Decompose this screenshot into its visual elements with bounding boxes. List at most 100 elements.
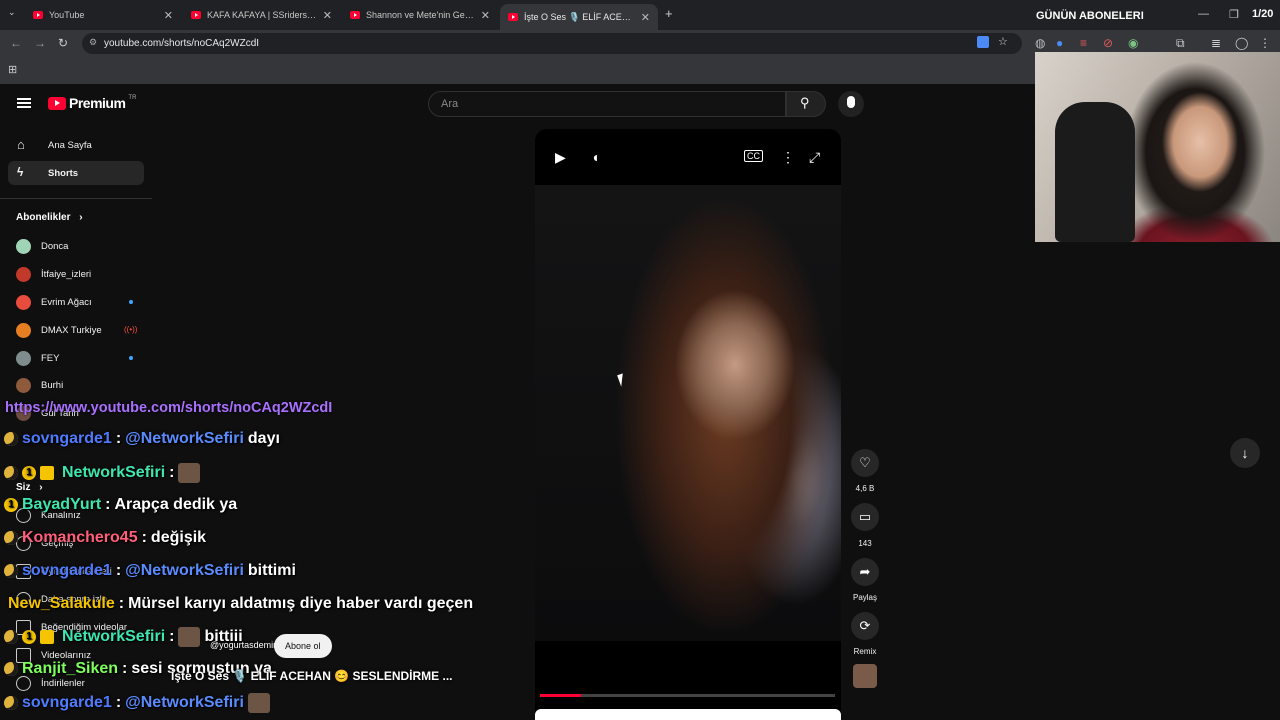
voice-search-button[interactable]	[838, 91, 864, 117]
subscriptions-title: Abonelikler	[16, 212, 71, 223]
new-tab-icon[interactable]: +	[665, 6, 673, 21]
next-short-button[interactable]: ↓	[1230, 438, 1260, 468]
screen: ⌄ YouTube ✕ KAFA KAFAYA | SSriders | Mot…	[0, 0, 1280, 720]
sidebar-item-subscription[interactable]: Evrim Ağacı	[16, 292, 92, 312]
kebab-menu-icon[interactable]: ⋮	[1259, 36, 1271, 50]
search-button[interactable]: ⚲	[786, 91, 826, 117]
url-text: youtube.com/shorts/noCAq2WZcdI	[104, 38, 260, 49]
apps-grid-icon[interactable]: ⊞	[8, 63, 17, 76]
sidebar-item-subscription[interactable]: Donca	[16, 236, 68, 256]
close-tab-icon[interactable]: ✕	[323, 9, 332, 22]
thumbs-up-icon	[16, 619, 31, 635]
sidebar-item-playlists[interactable]: Oynatma listeleri	[16, 561, 112, 581]
sidebar-item-watch-later[interactable]: Daha sonra izle	[16, 589, 107, 609]
shorts-player[interactable]: ▶ ◖ CC ⋮ ⤢	[535, 129, 841, 720]
playlist-icon	[16, 563, 31, 579]
channel-name: Burhi	[41, 379, 64, 391]
close-tab-icon[interactable]: ✕	[641, 11, 650, 24]
play-icon[interactable]: ▶	[555, 149, 566, 166]
extension-icon[interactable]: ●	[1056, 36, 1063, 50]
tab-kafa-kafaya[interactable]: KAFA KAFAYA | SSriders | Motor ✕	[183, 4, 340, 26]
extension-icon[interactable]: ◉	[1128, 36, 1138, 50]
remix-button[interactable]: ⟳	[851, 612, 879, 640]
video-icon	[16, 647, 31, 663]
sidebar-item-subscription[interactable]: FEY	[16, 348, 59, 368]
sidebar-item-your-videos[interactable]: Videolarınız	[16, 645, 91, 665]
video-frame[interactable]	[535, 185, 841, 641]
sound-thumbnail[interactable]	[853, 664, 877, 688]
reload-icon[interactable]: ↻	[58, 36, 68, 50]
new-content-dot	[129, 356, 133, 360]
extension-icon[interactable]: ⊘	[1103, 36, 1113, 50]
search-icon: ⚲	[800, 95, 810, 110]
sidebar-item-subscription[interactable]: İtfaiye_izleri	[16, 264, 91, 284]
bookmark-star-icon[interactable]: ☆	[998, 35, 1008, 48]
sidebar-item-downloads[interactable]: İndirilenler	[16, 673, 85, 693]
more-options-icon[interactable]: ⋮	[781, 149, 795, 166]
sidebar-item-subscription[interactable]: Gül Tarih	[16, 403, 79, 423]
close-tab-icon[interactable]: ✕	[164, 9, 173, 22]
channel-avatar	[16, 294, 31, 310]
tab-youtube[interactable]: YouTube ✕	[25, 4, 181, 26]
forward-icon[interactable]: →	[34, 36, 46, 50]
sidebar-item-label: Ana Sayfa	[48, 139, 92, 151]
new-content-dot	[129, 300, 133, 304]
extensions-puzzle-icon[interactable]: ⧉	[1176, 36, 1185, 51]
youtube-favicon-icon	[508, 13, 518, 21]
like-count: 4,6 B	[855, 484, 875, 493]
extension-icon[interactable]: ≡	[1080, 36, 1087, 50]
sidebar-item-label: Shorts	[48, 167, 79, 179]
you-header[interactable]: Siz ›	[16, 482, 43, 493]
youtube-play-icon	[48, 96, 66, 110]
hamburger-menu-icon[interactable]	[17, 98, 31, 108]
sidebar-item-home[interactable]: ⌂ Ana Sayfa	[8, 133, 144, 157]
fullscreen-icon[interactable]: ⤢	[809, 149, 820, 166]
comment-count: 143	[858, 539, 872, 548]
tab-search-icon[interactable]: ⌄	[8, 7, 16, 18]
sidebar-item-subscription[interactable]: Burhi	[16, 375, 63, 395]
volume-icon[interactable]: ◖	[591, 149, 599, 165]
tab-shannon[interactable]: Shannon ve Mete'nin Gece Mac ✕	[342, 4, 498, 26]
sidebar-item-shorts[interactable]: ϟ Shorts	[8, 161, 144, 185]
youtube-logo[interactable]: Premium TR	[48, 95, 136, 111]
sidebar-item-label: Oynatma listeleri	[41, 565, 112, 577]
address-bar[interactable]: ⚙ youtube.com/shorts/noCAq2WZcdI ☆	[82, 33, 1022, 54]
site-info-icon[interactable]: ⚙	[89, 37, 97, 48]
history-icon	[16, 535, 31, 551]
restore-icon[interactable]: ❐	[1229, 8, 1239, 21]
like-button[interactable]: ♡	[851, 449, 879, 477]
captions-icon[interactable]: CC	[744, 150, 763, 162]
sidebar-item-label: İndirilenler	[41, 677, 85, 689]
channel-icon	[16, 507, 31, 523]
youtube-favicon-icon	[350, 11, 360, 19]
back-icon[interactable]: ←	[10, 36, 22, 50]
share-button[interactable]: ➦	[851, 558, 879, 586]
close-tab-icon[interactable]: ✕	[481, 9, 490, 22]
chevron-right-icon: ›	[79, 212, 83, 223]
sidebar-item-history[interactable]: Geçmiş	[16, 533, 73, 553]
extension-icon[interactable]: ◍	[1035, 36, 1045, 50]
video-progress-bar[interactable]	[540, 694, 835, 697]
sidebar-item-subscription[interactable]: DMAX Turkiye	[16, 320, 102, 340]
window-counter: 1/20	[1252, 8, 1274, 20]
minimize-icon[interactable]: —	[1198, 8, 1209, 20]
sidebar-item-your-channel[interactable]: Kanalınız	[16, 505, 81, 525]
channel-avatar	[16, 266, 31, 282]
microphone-icon	[847, 96, 855, 108]
tab-title: İşte O Ses 🎙️ ELİF ACEHAN	[524, 11, 635, 22]
search-input[interactable]: Ara	[428, 91, 786, 117]
sidebar-divider	[0, 198, 152, 199]
tab-active-shorts[interactable]: İşte O Ses 🎙️ ELİF ACEHAN ✕	[500, 4, 658, 30]
translate-icon[interactable]	[977, 36, 989, 48]
comments-button[interactable]: ▭	[851, 503, 879, 531]
tab-title: KAFA KAFAYA | SSriders | Motor	[207, 10, 317, 20]
media-icon[interactable]: ≣	[1211, 36, 1221, 50]
profile-icon[interactable]: ◯	[1235, 36, 1248, 50]
next-short-preview[interactable]	[535, 709, 841, 720]
share-label: Paylaş	[852, 593, 877, 602]
sidebar-item-liked[interactable]: Beğendiğim videolar	[16, 617, 127, 637]
comment-icon: ▭	[858, 509, 872, 524]
chevron-right-icon: ›	[39, 482, 43, 493]
sidebar-item-label: Daha sonra izle	[41, 593, 108, 605]
subscriptions-header[interactable]: Abonelikler ›	[16, 212, 83, 223]
